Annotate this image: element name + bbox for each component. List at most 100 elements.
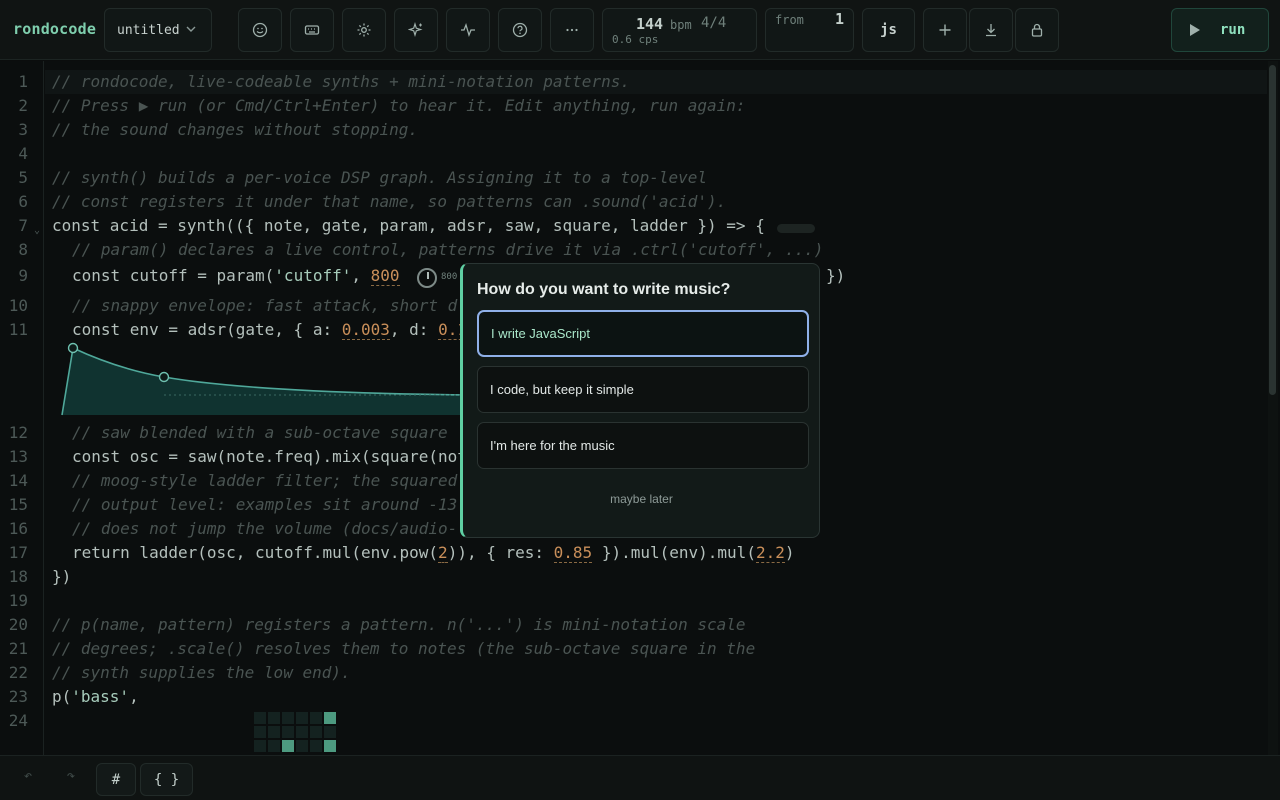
language-toggle[interactable]: js [862, 8, 915, 52]
code-line: const osc = saw(note.freq).mix(square(no… [72, 447, 467, 466]
code-line: // the sound changes without stopping. [52, 120, 419, 139]
dialog-title: How do you want to write music? [477, 281, 731, 298]
line-number: 16 [8, 519, 28, 538]
code-line: const cutoff = param('cutoff', 800 [72, 266, 400, 286]
code-line: }) [52, 567, 72, 586]
download-icon [986, 24, 996, 37]
keyboard-icon [304, 25, 320, 35]
line-number: 1 [18, 72, 28, 91]
time-signature[interactable]: 4/4 [701, 15, 726, 31]
run-label: run [1220, 22, 1246, 38]
pattern-cell[interactable] [310, 712, 322, 724]
smile-button[interactable] [238, 8, 282, 52]
line-number: 10 [8, 296, 28, 315]
lock-icon [1031, 23, 1043, 37]
line-gutter: 1 2 3 4 5 6 7 8 9 10 11 12 13 14 15 16 1… [0, 61, 44, 755]
bpm-unit: bpm [670, 18, 692, 32]
code-line: // does not jump the volume (docs/audio- [72, 519, 458, 538]
pattern-cell[interactable] [268, 726, 280, 738]
code-line: // saw blended with a sub-octave square [72, 423, 448, 442]
play-icon [1190, 24, 1200, 36]
more-icon [566, 28, 578, 32]
line-number: 2 [18, 96, 28, 115]
option-javascript[interactable]: I write JavaScript [477, 310, 809, 357]
line-number: 12 [8, 423, 28, 442]
line-number: 21 [8, 639, 28, 658]
envelope-fill [62, 348, 478, 415]
line-number: 5 [18, 168, 28, 187]
from-control[interactable]: from 1 [765, 8, 854, 52]
pulse-icon [461, 23, 475, 37]
pattern-cell[interactable] [324, 726, 336, 738]
from-value[interactable]: 1 [835, 10, 844, 28]
new-button[interactable] [923, 8, 967, 52]
gear-icon [357, 23, 371, 37]
decay-handle[interactable] [158, 371, 170, 383]
maybe-later-link[interactable]: maybe later [463, 492, 820, 506]
line-number: 8 [18, 240, 28, 259]
pattern-cell[interactable] [324, 740, 336, 752]
settings-button[interactable] [342, 8, 386, 52]
code-line: // rondocode, live-codeable synths + min… [52, 72, 630, 91]
cutoff-knob-value: 800 [441, 272, 458, 282]
redo-icon[interactable]: ↷ [60, 768, 82, 790]
help-button[interactable] [498, 8, 542, 52]
download-button[interactable] [969, 8, 1013, 52]
line-number: 15 [8, 495, 28, 514]
option-music[interactable]: I'm here for the music [477, 422, 809, 469]
line-number: 3 [18, 120, 28, 139]
pattern-cell[interactable] [254, 740, 266, 752]
pattern-cell[interactable] [268, 712, 280, 724]
code-line: // Press ▶ run (or Cmd/Ctrl+Enter) to he… [52, 96, 746, 115]
hash-button[interactable]: # [96, 763, 136, 796]
pattern-grid[interactable] [254, 712, 368, 755]
line-number: 17 [8, 543, 28, 562]
lock-button[interactable] [1015, 8, 1059, 52]
attack-number[interactable]: 0.003 [341, 320, 390, 340]
code-line: // output level: examples sit around -13 [72, 495, 458, 514]
gain-number[interactable]: 2.2 [755, 543, 785, 563]
pattern-cell[interactable] [282, 740, 294, 752]
more-button[interactable] [550, 8, 594, 52]
pattern-cell[interactable] [254, 726, 266, 738]
pattern-cell[interactable] [254, 712, 266, 724]
cps-readout: 0.6 cps [612, 33, 659, 46]
pattern-cell[interactable] [268, 740, 280, 752]
code-line: const acid = synth(({ note, gate, param,… [52, 216, 765, 235]
cutoff-number[interactable]: 800 [370, 266, 400, 286]
pattern-cell[interactable] [296, 726, 308, 738]
run-button[interactable]: run [1171, 8, 1269, 52]
pattern-cell[interactable] [296, 712, 308, 724]
from-label: from [775, 13, 804, 27]
sparkle-icon [408, 22, 423, 38]
braces-button[interactable]: { } [140, 763, 193, 796]
line-number: 18 [8, 567, 28, 586]
code-line: const env = adsr(gate, { a: 0.003, d: 0.… [72, 320, 467, 340]
tempo-control[interactable]: 144 bpm 4/4 0.6 cps [602, 8, 757, 52]
option-simple[interactable]: I code, but keep it simple [477, 366, 809, 413]
attack-handle[interactable] [67, 342, 79, 354]
line-number: 22 [8, 663, 28, 682]
envelope-editor[interactable] [58, 341, 478, 417]
pattern-cell[interactable] [310, 726, 322, 738]
line-number: 7 [18, 216, 28, 235]
code-line: // moog-style ladder filter; the squared [72, 471, 458, 490]
code-line: // param() declares a live control, patt… [72, 240, 824, 259]
pattern-cell[interactable] [282, 726, 294, 738]
inline-widget-pill[interactable] [777, 224, 815, 233]
pattern-cell[interactable] [296, 740, 308, 752]
fold-chevron-icon[interactable]: ⌄ [34, 225, 40, 236]
pattern-cell[interactable] [310, 740, 322, 752]
undo-icon[interactable]: ↶ [17, 768, 39, 790]
pattern-cell[interactable] [324, 712, 336, 724]
file-select[interactable]: untitled [104, 8, 212, 52]
line-number: 9 [18, 266, 28, 285]
bpm-value[interactable]: 144 [636, 15, 663, 33]
cutoff-knob[interactable] [417, 268, 437, 288]
pattern-cell[interactable] [282, 712, 294, 724]
ai-button[interactable] [394, 8, 438, 52]
keyboard-button[interactable] [290, 8, 334, 52]
scrollbar-thumb[interactable] [1269, 65, 1276, 395]
scope-button[interactable] [446, 8, 490, 52]
res-number[interactable]: 0.85 [553, 543, 593, 563]
